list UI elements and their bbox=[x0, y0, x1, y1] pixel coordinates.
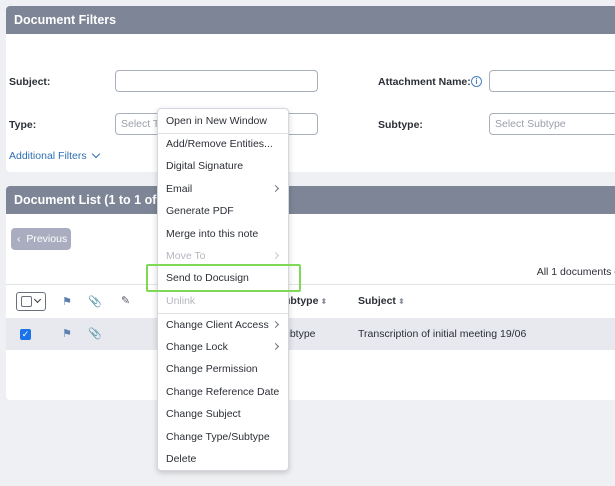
menu-item-label: Merge into this note bbox=[166, 228, 259, 240]
menu-item-label: Change Client Access bbox=[166, 319, 269, 331]
subject-label: Subject: bbox=[9, 76, 51, 88]
menu-item-change-reference-date[interactable]: Change Reference Date bbox=[158, 381, 288, 403]
previous-label: Previous bbox=[26, 233, 68, 245]
menu-item-change-type-subtype[interactable]: Change Type/Subtype bbox=[158, 426, 288, 448]
sort-icon: ⬍ bbox=[320, 297, 328, 306]
menu-item-label: Unlink bbox=[166, 295, 196, 307]
chevron-right-icon bbox=[271, 320, 280, 329]
subtype-header-label: ubtype bbox=[284, 295, 319, 307]
chevron-left-icon: ‹ bbox=[17, 233, 21, 245]
subtype-column-header[interactable]: ubtype ⬍ bbox=[284, 295, 327, 307]
menu-item-add-remove-entities[interactable]: Add/Remove Entities... bbox=[158, 133, 288, 155]
menu-item-label: Delete bbox=[166, 453, 197, 465]
chevron-right-icon bbox=[271, 184, 280, 193]
menu-item-email[interactable]: Email bbox=[158, 178, 288, 200]
type-label: Type: bbox=[9, 119, 37, 131]
document-list-panel: Document List (1 to 1 of 1 ‹ Previous Al… bbox=[6, 186, 615, 400]
subtype-label: Subtype: bbox=[378, 119, 423, 131]
attachment-name-input[interactable] bbox=[489, 70, 615, 92]
info-icon[interactable]: i bbox=[471, 76, 482, 87]
menu-item-delete[interactable]: Delete bbox=[158, 448, 288, 470]
subtype-select[interactable]: Select Subtype bbox=[489, 113, 615, 135]
doclist-title: Document List (1 to 1 of 1 bbox=[6, 186, 615, 214]
document-count: All 1 documents on bbox=[536, 266, 615, 278]
chevron-right-icon bbox=[271, 342, 280, 351]
menu-item-label: Change Lock bbox=[166, 341, 228, 353]
paperclip-icon[interactable]: 📎 bbox=[88, 295, 102, 308]
subject-input[interactable] bbox=[115, 70, 318, 92]
subject-header-label: Subject bbox=[358, 295, 396, 307]
row-subject[interactable]: Transcription of initial meeting 19/06 bbox=[358, 328, 526, 340]
pin-icon[interactable]: ⚑ bbox=[62, 295, 72, 308]
additional-filters-label: Additional Filters bbox=[9, 150, 87, 162]
menu-item-label: Change Subject bbox=[166, 408, 241, 420]
menu-item-label: Change Reference Date bbox=[166, 386, 280, 398]
menu-item-label: Digital Signature bbox=[166, 160, 244, 172]
checkbox-icon bbox=[21, 296, 32, 307]
menu-item-change-lock[interactable]: Change Lock bbox=[158, 336, 288, 358]
document-filters-panel: Document Filters Subject: Attachment Nam… bbox=[6, 6, 615, 172]
chevron-right-icon bbox=[271, 251, 280, 260]
paperclip-icon[interactable]: 📎 bbox=[88, 327, 102, 340]
menu-item-label: Change Type/Subtype bbox=[166, 431, 270, 443]
highlight-box bbox=[146, 264, 301, 292]
previous-button[interactable]: ‹ Previous bbox=[11, 228, 71, 250]
menu-item-change-permission[interactable]: Change Permission bbox=[158, 358, 288, 380]
menu-item-digital-signature[interactable]: Digital Signature bbox=[158, 155, 288, 177]
attachment-name-label: Attachment Name: bbox=[378, 76, 471, 88]
menu-item-open-new-window[interactable]: Open in New Window bbox=[158, 110, 288, 132]
subject-column-header[interactable]: Subject ⬍ bbox=[358, 295, 405, 307]
pin-icon[interactable]: ⚑ bbox=[62, 327, 72, 340]
menu-item-generate-pdf[interactable]: Generate PDF bbox=[158, 200, 288, 222]
chevron-down-icon bbox=[91, 149, 100, 159]
filters-title: Document Filters bbox=[6, 6, 615, 34]
pencil-icon[interactable]: ✎ bbox=[121, 294, 130, 307]
menu-item-label: Email bbox=[166, 183, 193, 195]
menu-item-label: Open in New Window bbox=[166, 115, 267, 127]
select-all-dropdown[interactable] bbox=[16, 292, 46, 311]
menu-item-label: Move To bbox=[166, 250, 206, 262]
menu-item-change-subject[interactable]: Change Subject bbox=[158, 403, 288, 425]
menu-item-label: Generate PDF bbox=[166, 205, 234, 217]
menu-item-label: Change Permission bbox=[166, 363, 258, 375]
additional-filters-toggle[interactable]: Additional Filters bbox=[9, 149, 100, 162]
row-checkbox[interactable]: ✓ bbox=[20, 329, 31, 340]
table-row[interactable]: ✓ ⚑ 📎 ubtype Transcription of initial me… bbox=[6, 318, 615, 350]
chevron-down-icon bbox=[33, 295, 42, 304]
menu-item-unlink: Unlink bbox=[158, 290, 288, 312]
menu-item-merge-into-note[interactable]: Merge into this note bbox=[158, 223, 288, 245]
menu-item-label: Add/Remove Entities... bbox=[166, 138, 273, 150]
menu-item-change-client-access[interactable]: Change Client Access bbox=[158, 314, 288, 336]
sort-icon: ⬍ bbox=[397, 297, 405, 306]
table-header-row: ⚑ 📎 ✎ ubtype ⬍ Subject ⬍ bbox=[6, 284, 615, 318]
